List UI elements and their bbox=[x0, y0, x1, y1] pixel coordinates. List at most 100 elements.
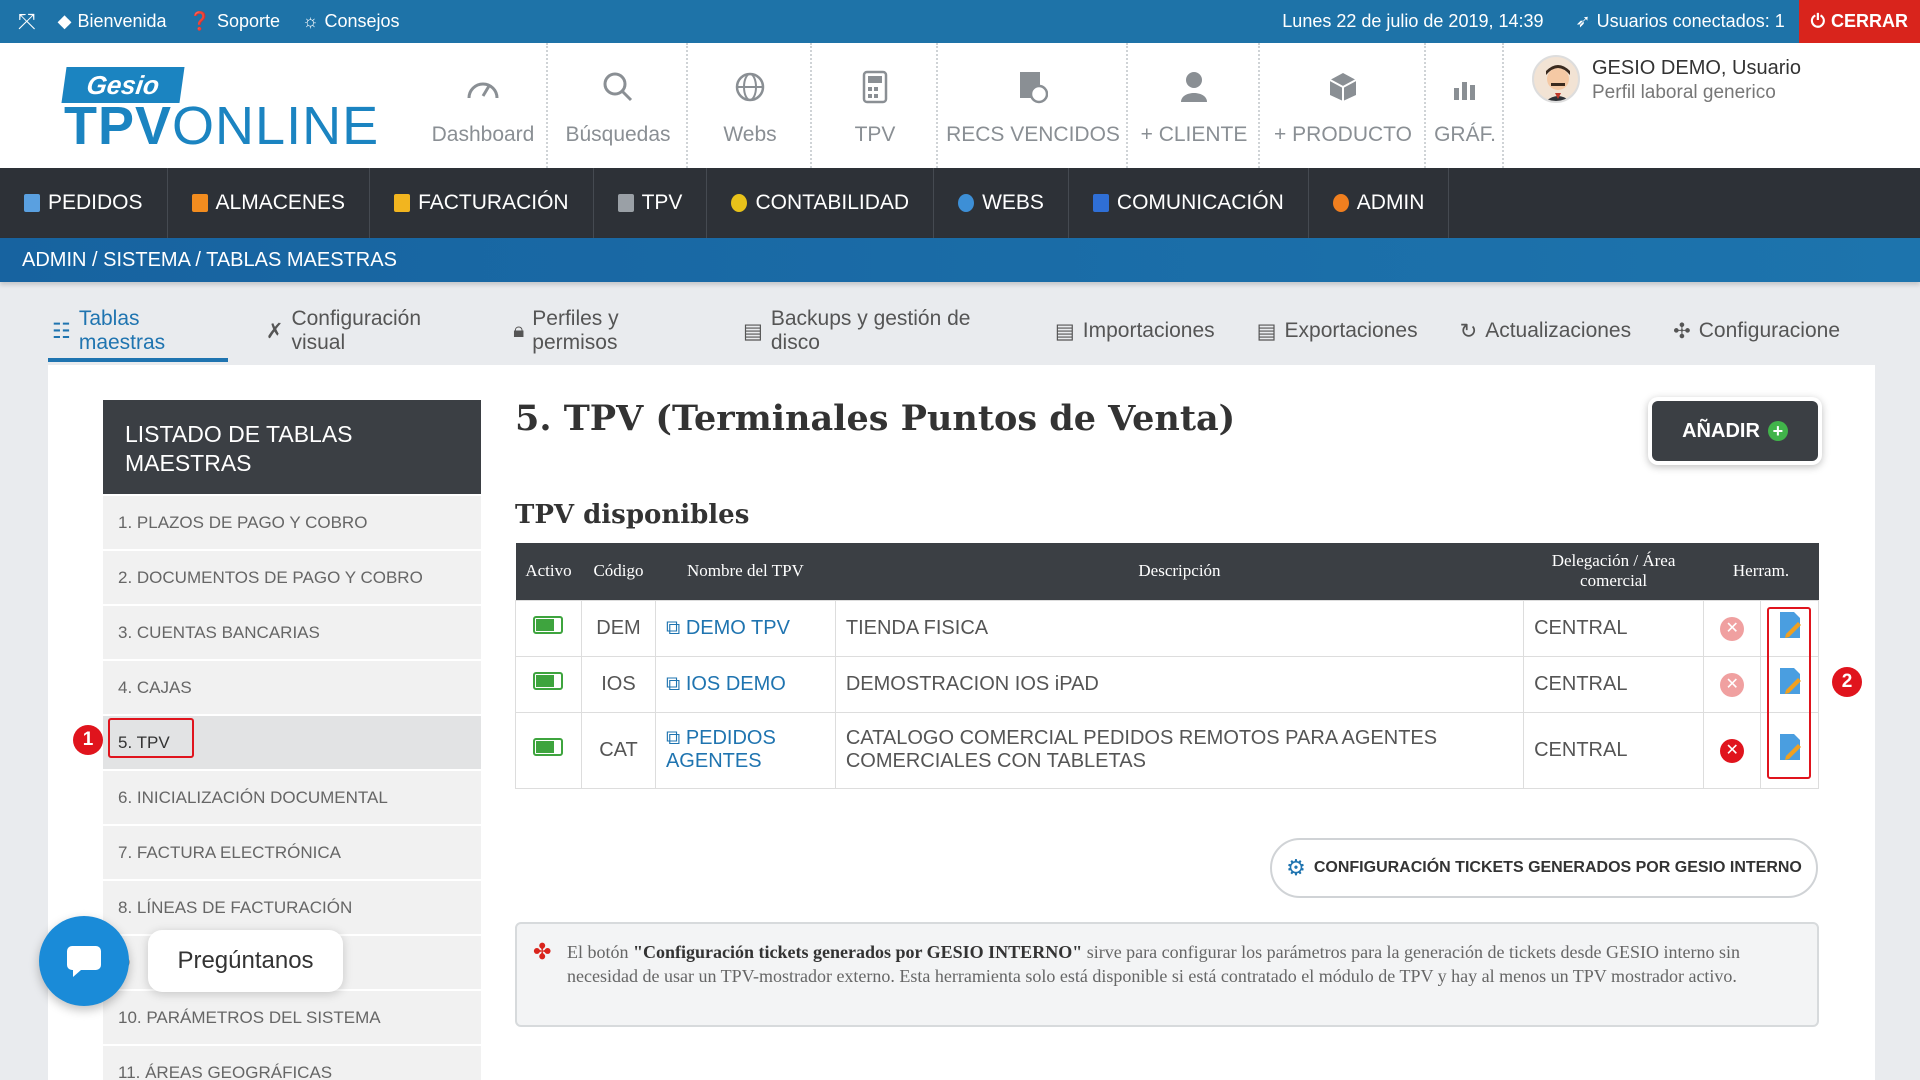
delegation-cell: CENTRAL bbox=[1523, 599, 1704, 657]
nav-busquedas[interactable]: Búsquedas bbox=[550, 43, 688, 168]
tpv-name-link[interactable]: ⧉ DEMO TPV bbox=[666, 617, 790, 639]
sidebar-item-plazos[interactable]: 1. PLAZOS DE PAGO Y COBRO bbox=[103, 496, 481, 549]
logo[interactable]: Gesio TPVONLINE bbox=[61, 65, 378, 156]
user-profile: Perfil laboral generico bbox=[1592, 82, 1776, 103]
lightbulb-icon: ☼ bbox=[302, 11, 319, 31]
pos-icon bbox=[617, 194, 634, 212]
tpv-name-link[interactable]: ⧉ IOS DEMO bbox=[666, 673, 786, 695]
logout-button[interactable]: ⏻ CERRAR bbox=[1798, 0, 1920, 43]
bar-chart-icon bbox=[1450, 65, 1480, 109]
col-activo[interactable]: Activo bbox=[515, 543, 582, 600]
description-cell: TIENDA FISICA bbox=[834, 599, 1525, 657]
tpv-table: Activo Código Nombre del TPV Descripción… bbox=[515, 543, 1819, 789]
col-nombre[interactable]: Nombre del TPV bbox=[655, 543, 836, 600]
sidebar-item-cuentas[interactable]: 3. CUENTAS BANCARIAS bbox=[103, 606, 481, 659]
delete-icon[interactable]: ✕ bbox=[1720, 738, 1745, 763]
marker-2: 2 bbox=[1832, 667, 1862, 697]
header: Gesio TPVONLINE Dashboard Búsquedas Webs… bbox=[0, 43, 1920, 168]
tab-tablas-maestras[interactable]: ☷ Tablas maestras bbox=[48, 300, 228, 362]
delete-cell: ✕ bbox=[1702, 711, 1762, 789]
tpv-name-link[interactable]: ⧉ PEDIDOS AGENTES bbox=[666, 727, 776, 772]
nav-tpv[interactable]: TPV bbox=[814, 43, 938, 168]
delete-cell: ✕ bbox=[1702, 599, 1762, 657]
col-herramientas: Herram. bbox=[1703, 543, 1819, 600]
backup-icon: ▤ bbox=[743, 319, 763, 343]
sidebar-item-inicializacion[interactable]: 6. INICIALIZACIÓN DOCUMENTAL bbox=[103, 771, 481, 824]
breadcrumb: ADMIN / SISTEMA / TABLAS MAESTRAS bbox=[0, 238, 1920, 282]
tab-importaciones[interactable]: ▤ Importaciones bbox=[1051, 300, 1219, 362]
nav-add-producto[interactable]: + PRODUCTO bbox=[1262, 43, 1426, 168]
welcome-link[interactable]: ◆ Bienvenida bbox=[58, 11, 167, 32]
sidebar-item-factura-electronica[interactable]: 7. FACTURA ELECTRÓNICA bbox=[103, 826, 481, 879]
tools-icon: ✗ bbox=[265, 319, 284, 343]
active-cell bbox=[515, 599, 582, 657]
nav-graficos[interactable]: GRÁF. bbox=[1428, 43, 1504, 168]
active-toggle[interactable] bbox=[533, 738, 564, 756]
tab-configuracion-visual[interactable]: ✗ Configuración visual bbox=[262, 300, 475, 362]
col-codigo[interactable]: Código bbox=[581, 543, 656, 600]
external-link-icon: ⧉ bbox=[665, 727, 686, 749]
menu-webs[interactable]: WEBS bbox=[934, 168, 1069, 238]
sidebar-item-areas[interactable]: 11. ÁREAS GEOGRÁFICAS bbox=[103, 1046, 481, 1080]
name-cell: ⧉ IOS DEMO bbox=[654, 655, 836, 713]
col-delegacion[interactable]: Delegación / Área comercial bbox=[1523, 543, 1704, 600]
tab-configuraciones[interactable]: ✣ Configuracione bbox=[1669, 300, 1844, 362]
warehouse-icon bbox=[191, 194, 208, 212]
tab-exportaciones[interactable]: ▤ Exportaciones bbox=[1253, 300, 1422, 362]
active-cell bbox=[515, 711, 582, 789]
tab-actualizaciones[interactable]: ↻ Actualizaciones bbox=[1456, 300, 1636, 362]
menu-contabilidad[interactable]: CONTABILIDAD bbox=[707, 168, 935, 238]
active-toggle[interactable] bbox=[533, 672, 564, 690]
menu-pedidos[interactable]: PEDIDOS bbox=[0, 168, 168, 238]
diamond-icon: ◆ bbox=[57, 11, 72, 31]
connected-users[interactable]: ➶ Usuarios conectados: 1 bbox=[1576, 11, 1785, 32]
menu-comunicacion[interactable]: COMUNICACIÓN bbox=[1069, 168, 1309, 238]
nav-dashboard[interactable]: Dashboard bbox=[420, 43, 548, 168]
sidebar-item-lineas-facturacion[interactable]: 8. LÍNEAS DE FACTURACIÓN bbox=[103, 881, 481, 934]
chat-prompt[interactable]: Pregúntanos bbox=[148, 930, 343, 992]
box-icon bbox=[1327, 65, 1359, 109]
delete-disabled-icon: ✕ bbox=[1720, 616, 1745, 641]
menu-admin[interactable]: ADMIN bbox=[1309, 168, 1450, 238]
code-cell: IOS bbox=[580, 655, 656, 713]
active-toggle[interactable] bbox=[533, 616, 564, 634]
import-icon: ▤ bbox=[1054, 319, 1075, 343]
puzzle-icon: ✣ bbox=[1673, 319, 1691, 343]
table-row: DEM ⧉ DEMO TPV TIENDA FISICA CENTRAL ✕ bbox=[515, 599, 1819, 657]
highlight-box-tpv bbox=[108, 718, 194, 758]
orders-icon bbox=[24, 194, 40, 212]
main-nav: PEDIDOS ALMACENES FACTURACIÓN TPV CONTAB… bbox=[0, 168, 1920, 238]
sidebar-item-cajas[interactable]: 4. CAJAS bbox=[103, 661, 481, 714]
calculator-icon bbox=[862, 65, 888, 109]
support-link[interactable]: ❓ Soporte bbox=[189, 11, 280, 32]
expand-icon[interactable]: ⤧ bbox=[18, 9, 36, 35]
chat-icon bbox=[1092, 194, 1109, 212]
tab-backups[interactable]: ▤ Backups y gestión de disco bbox=[739, 300, 1017, 362]
menu-tpv[interactable]: TPV bbox=[594, 168, 708, 238]
lock-icon: 🔒︎ bbox=[513, 319, 525, 342]
nav-webs[interactable]: Webs bbox=[690, 43, 812, 168]
tab-perfiles-permisos[interactable]: 🔒︎ Perfiles y permisos bbox=[509, 300, 705, 362]
chat-bubble-icon bbox=[67, 946, 101, 977]
plus-icon: + bbox=[1767, 421, 1788, 441]
refresh-icon: ↻ bbox=[1459, 319, 1478, 343]
col-descripcion[interactable]: Descripción bbox=[835, 543, 1524, 600]
help-icon: ❓ bbox=[188, 11, 211, 31]
avatar bbox=[1532, 55, 1580, 103]
page-title: 5. TPV (Terminales Puntos de Venta) bbox=[515, 398, 1236, 439]
name-cell: ⧉ PEDIDOS AGENTES bbox=[654, 711, 836, 789]
menu-facturacion[interactable]: FACTURACIÓN bbox=[370, 168, 594, 238]
nav-recs-vencidos[interactable]: RECS VENCIDOS bbox=[940, 43, 1128, 168]
user-name: GESIO DEMO, Usuario bbox=[1592, 57, 1801, 79]
menu-almacenes[interactable]: ALMACENES bbox=[168, 168, 371, 238]
nav-add-cliente[interactable]: + CLIENTE bbox=[1130, 43, 1260, 168]
name-cell: ⧉ DEMO TPV bbox=[654, 599, 836, 657]
user-menu[interactable]: GESIO DEMO, Usuario Perfil laboral gener… bbox=[1532, 55, 1801, 105]
tips-link[interactable]: ☼ Consejos bbox=[302, 11, 400, 32]
sidebar-item-documentos[interactable]: 2. DOCUMENTOS DE PAGO Y COBRO bbox=[103, 551, 481, 604]
info-note: ✤ El botón "Configuración tickets genera… bbox=[515, 922, 1819, 1027]
chat-button[interactable] bbox=[39, 916, 129, 1006]
add-button[interactable]: AÑADIR + bbox=[1652, 401, 1818, 461]
sidebar-item-parametros[interactable]: 10. PARÁMETROS DEL SISTEMA bbox=[103, 991, 481, 1044]
config-tickets-button[interactable]: ⚙ CONFIGURACIÓN TICKETS GENERADOS POR GE… bbox=[1270, 838, 1818, 898]
